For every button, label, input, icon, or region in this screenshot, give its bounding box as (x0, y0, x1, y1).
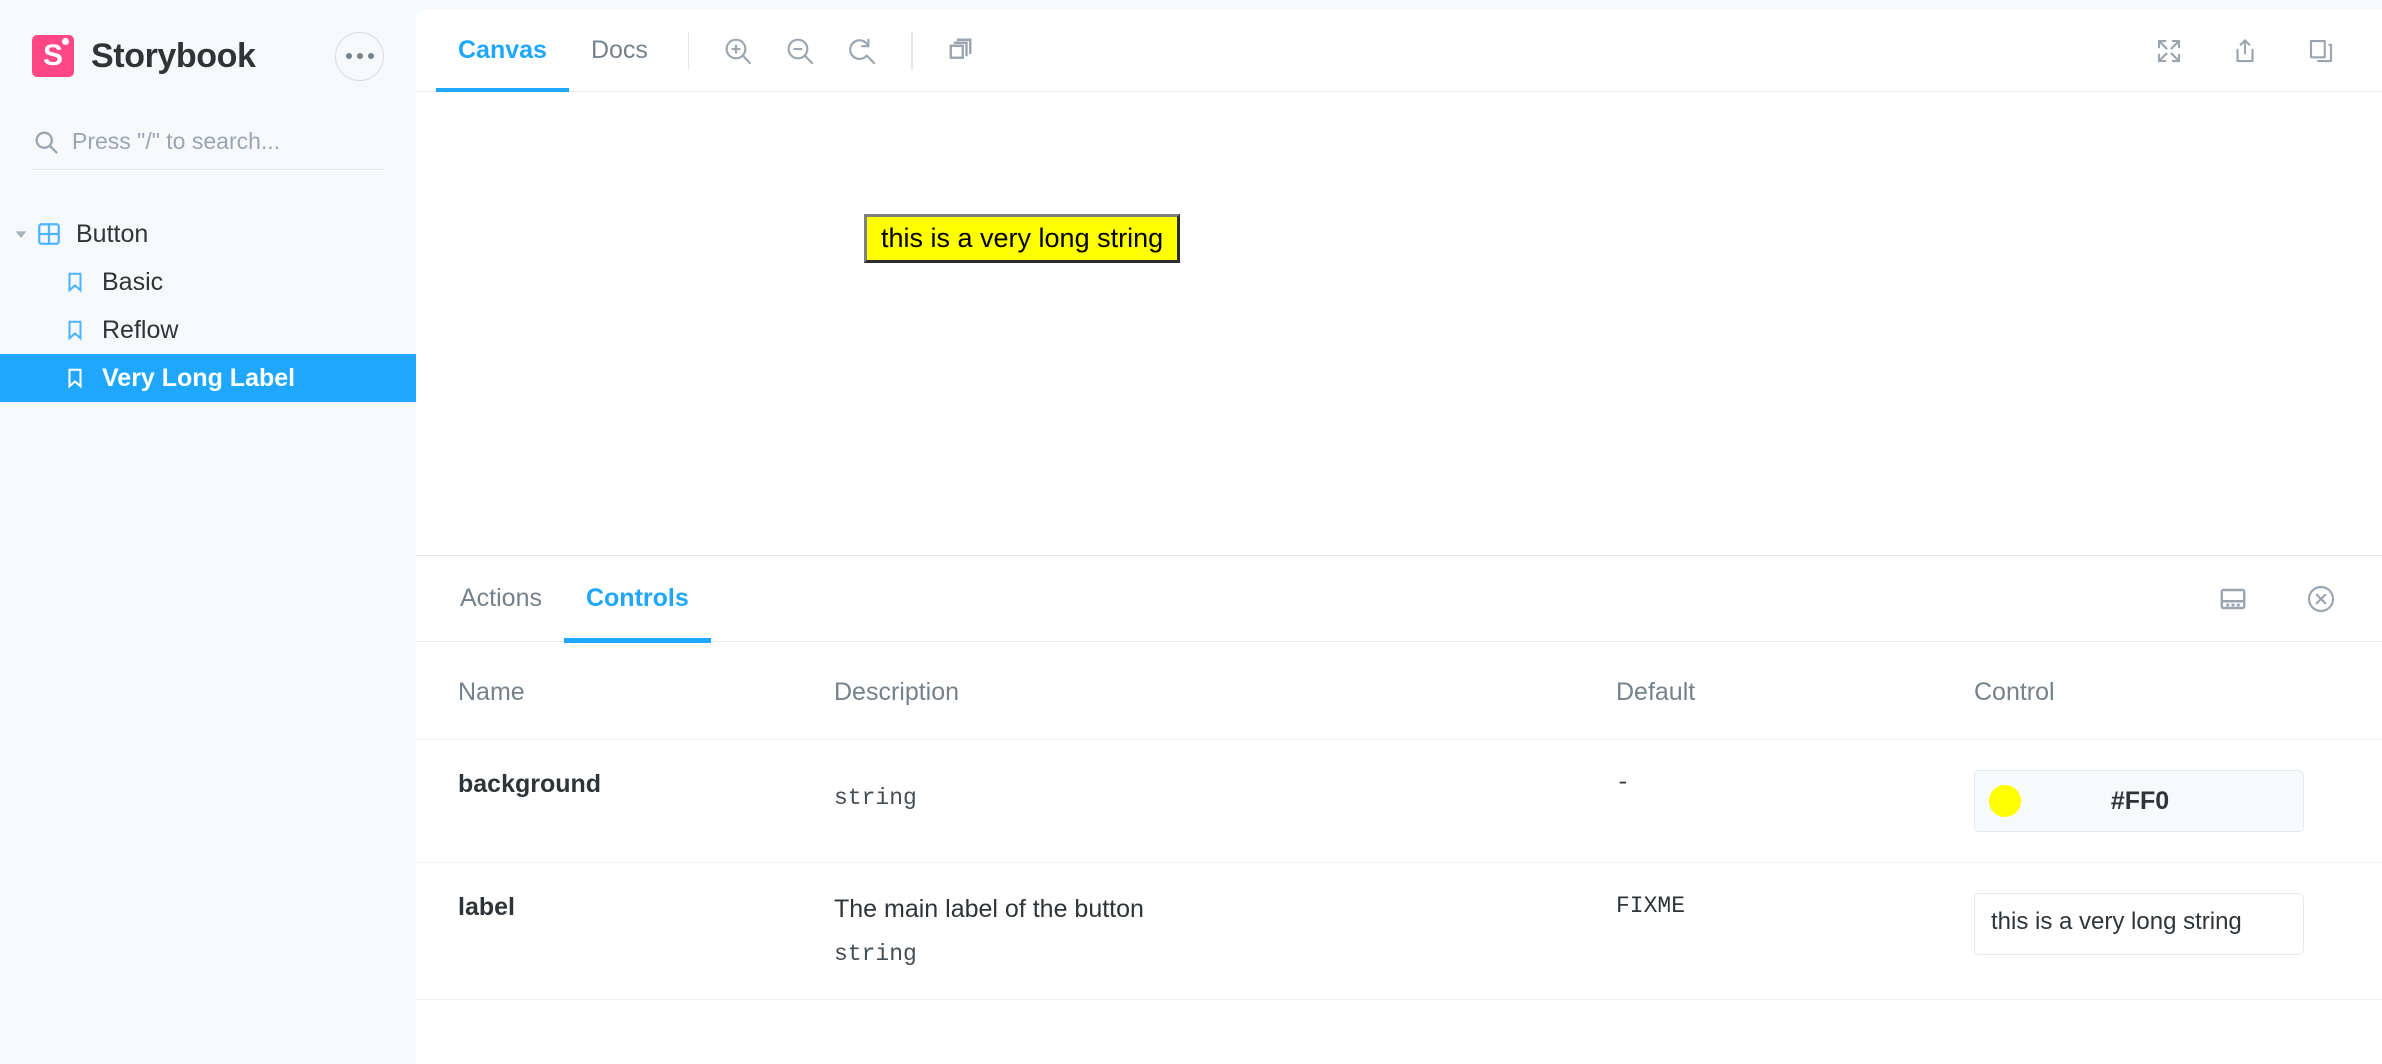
tab-canvas[interactable]: Canvas (436, 10, 569, 92)
panel-position-button[interactable] (2202, 568, 2264, 630)
prop-description: string (834, 784, 1616, 814)
sidebar-header: S Storybook (0, 0, 416, 84)
dot-icon (346, 53, 352, 59)
column-header-default: Default (1616, 642, 1936, 740)
tab-docs[interactable]: Docs (569, 10, 670, 92)
tab-label: Canvas (458, 36, 547, 65)
fullscreen-button[interactable] (2138, 20, 2200, 82)
logo-letter: S (43, 41, 63, 71)
controls-table-head: Name Description Default Control (416, 642, 2382, 740)
panel-position-icon (2218, 584, 2248, 614)
color-value: #FF0 (2021, 787, 2259, 816)
zoom-in-button[interactable] (707, 20, 769, 82)
sidebar-item-reflow[interactable]: Reflow (0, 306, 416, 354)
cell-control: #FF0 (1936, 740, 2382, 863)
prop-name: label (458, 893, 515, 921)
component-icon (34, 222, 64, 246)
search-icon (32, 128, 60, 156)
search-input[interactable] (72, 128, 384, 155)
cell-name: label (416, 863, 796, 1000)
canvas-toolbar: Canvas Docs (416, 10, 2382, 92)
zoom-reset-icon (846, 35, 878, 67)
storybook-app: S Storybook (0, 0, 2382, 1064)
table-header-row: Name Description Default Control (416, 642, 2382, 740)
tab-controls[interactable]: Controls (564, 556, 711, 642)
share-icon (2230, 36, 2260, 66)
prop-description: The main label of the button string (834, 893, 1616, 969)
preview-container: Canvas Docs (416, 10, 2382, 555)
table-row: background string - (416, 740, 2382, 863)
main-area: Canvas Docs (416, 0, 2382, 1064)
column-header-control: Control (1936, 642, 2382, 740)
share-button[interactable] (2214, 20, 2276, 82)
sidebar-item-label: Basic (102, 268, 163, 297)
color-control[interactable]: #FF0 (1974, 770, 2304, 832)
cell-default: - (1616, 740, 1936, 863)
prop-name: background (458, 770, 601, 798)
search-container[interactable] (32, 114, 384, 170)
copy-icon (2306, 36, 2336, 66)
prop-default: FIXME (1616, 893, 1685, 919)
tab-label: Controls (586, 584, 689, 613)
tab-label: Actions (460, 584, 542, 613)
story-tree: Button Basic Reflow (0, 210, 416, 402)
panel-actions (2202, 568, 2382, 630)
chevron-down-icon[interactable] (8, 226, 34, 242)
sidebar-item-very-long-label[interactable]: Very Long Label (0, 354, 416, 402)
cell-name: background (416, 740, 796, 863)
sidebar-item-label: Button (76, 220, 148, 249)
tab-label: Docs (591, 36, 648, 65)
sidebar-item-button[interactable]: Button (0, 210, 416, 258)
more-menu-button[interactable] (335, 32, 384, 81)
controls-table-body: background string - (416, 740, 2382, 1000)
cell-description: The main label of the button string (796, 863, 1616, 1000)
zoom-out-button[interactable] (769, 20, 831, 82)
prop-description-text: The main label of the button (834, 895, 1144, 923)
zoom-in-icon (722, 35, 754, 67)
sidebar-item-basic[interactable]: Basic (0, 258, 416, 306)
sidebar: S Storybook (0, 0, 416, 1064)
close-panel-button[interactable] (2290, 568, 2352, 630)
backgrounds-button[interactable] (931, 20, 993, 82)
storybook-logo-icon: S (32, 35, 74, 77)
story-canvas: this is a very long string (416, 92, 2382, 555)
toolbar-divider (911, 32, 913, 70)
prop-default: - (1616, 770, 1630, 796)
cell-default: FIXME (1616, 863, 1936, 1000)
open-new-tab-button[interactable] (2290, 20, 2352, 82)
fullscreen-icon (2154, 36, 2184, 66)
tab-actions[interactable]: Actions (438, 556, 564, 642)
prop-type: string (834, 940, 1616, 970)
addon-panel: Actions Controls (416, 555, 2382, 1064)
text-control[interactable] (1974, 893, 2304, 955)
story-bookmark-icon (60, 319, 90, 341)
color-swatch-icon[interactable] (1989, 785, 2021, 817)
table-row: label The main label of the button strin… (416, 863, 2382, 1000)
backgrounds-icon (947, 36, 977, 66)
toolbar-divider (688, 32, 690, 70)
story-bookmark-icon (60, 367, 90, 389)
dot-icon (357, 53, 363, 59)
sidebar-item-label: Reflow (102, 316, 178, 345)
controls-table: Name Description Default Control backgro… (416, 642, 2382, 1000)
cell-description: string (796, 740, 1616, 863)
story-bookmark-icon (60, 271, 90, 293)
zoom-reset-button[interactable] (831, 20, 893, 82)
brand-title: Storybook (91, 37, 256, 76)
close-icon (2305, 583, 2337, 615)
addon-panel-tabs: Actions Controls (416, 556, 2382, 642)
zoom-out-icon (784, 35, 816, 67)
cell-control (1936, 863, 2382, 1000)
column-header-description: Description (796, 642, 1616, 740)
column-header-name: Name (416, 642, 796, 740)
dot-icon (368, 53, 374, 59)
prop-type: string (834, 784, 1616, 814)
sidebar-item-label: Very Long Label (102, 364, 295, 393)
toolbar-right-actions (2138, 20, 2382, 82)
story-preview-button[interactable]: this is a very long string (864, 214, 1180, 263)
